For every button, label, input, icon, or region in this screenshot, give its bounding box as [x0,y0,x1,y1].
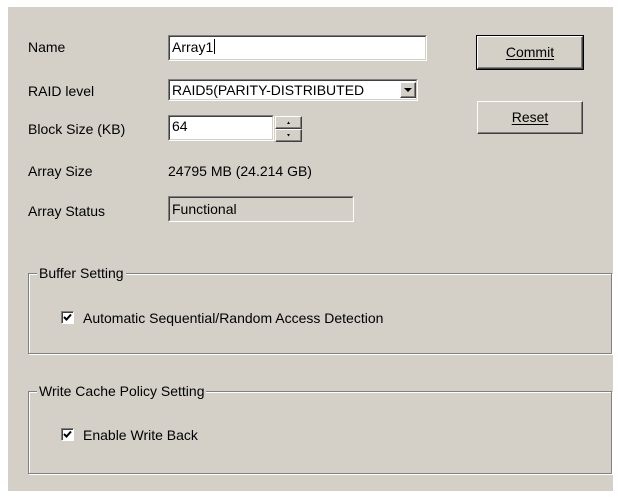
buffer-setting-title: Buffer Setting [37,265,126,281]
commit-button[interactable]: Commit [476,35,584,70]
write-cache-policy-group: Write Cache Policy Setting Enable Write … [28,383,612,474]
block-size-field[interactable]: 64 [168,115,274,141]
name-value: Array1 [172,39,214,55]
array-size-value: 24795 MB (24.214 GB) [168,163,312,179]
raid-level-value: RAID5(PARITY-DISTRIBUTED [172,82,365,98]
text-caret [214,39,216,54]
checkmark-icon [63,430,72,438]
name-label: Name [28,39,66,55]
spin-up-button[interactable] [275,116,302,129]
write-back-label[interactable]: Enable Write Back [83,427,198,443]
array-size-label: Array Size [28,163,93,179]
array-properties-panel: Name Array1 RAID level RAID5(PARITY-DIST… [8,7,613,491]
auto-detection-checkbox[interactable] [61,311,74,324]
commit-button-label: Commit [505,44,555,60]
write-back-checkbox[interactable] [61,428,74,441]
name-field[interactable]: Array1 [168,35,427,61]
dropdown-arrow-button[interactable] [400,82,416,98]
auto-detection-label[interactable]: Automatic Sequential/Random Access Detec… [83,310,383,326]
buffer-setting-group: Buffer Setting Automatic Sequential/Rand… [28,265,612,354]
array-status-value: Functional [172,201,237,217]
raid-level-label: RAID level [28,83,95,99]
spin-down-button[interactable] [275,129,302,142]
array-status-label: Array Status [28,203,106,219]
reset-button[interactable]: Reset [477,101,583,134]
spin-down-icon [287,134,290,137]
chevron-down-icon [404,88,412,92]
raid-level-dropdown[interactable]: RAID5(PARITY-DISTRIBUTED [168,79,418,101]
block-size-value: 64 [172,118,188,134]
reset-button-label: Reset [511,109,549,125]
spin-up-icon [287,121,290,124]
checkmark-icon [63,313,72,321]
write-cache-policy-title: Write Cache Policy Setting [37,383,207,399]
array-status-field: Functional [168,196,354,222]
block-size-label: Block Size (KB) [28,121,126,137]
